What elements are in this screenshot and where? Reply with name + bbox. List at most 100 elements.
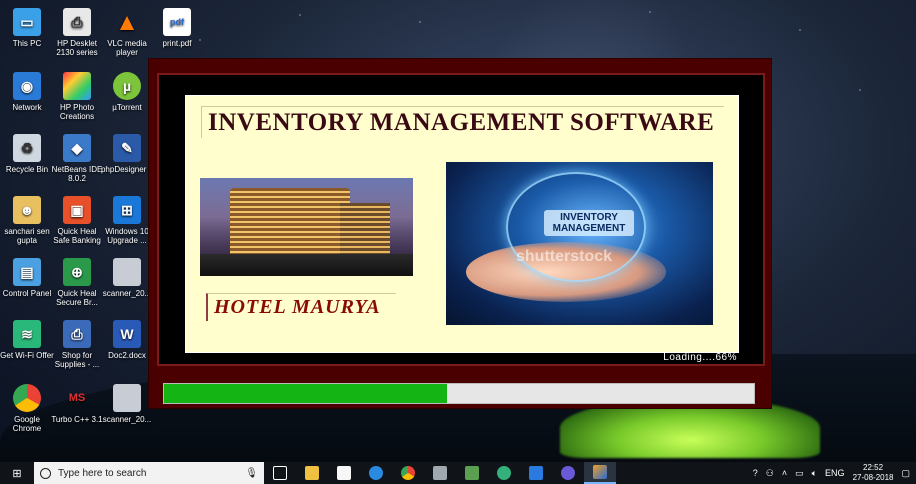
desktop-icon-vlc[interactable]: ▲ VLC media player: [100, 8, 154, 57]
desktop-icon-label: This PC: [12, 39, 42, 48]
edge-icon: [369, 466, 383, 480]
desktop-icon-label: Doc2.docx: [108, 351, 146, 360]
desktop-icon-phpdesigner[interactable]: ✎ phpDesigner 8: [100, 134, 154, 174]
desktop-icon-scanner-2[interactable]: scanner_20...: [100, 384, 154, 424]
hotel-photo: [200, 178, 413, 276]
taskbar-edge[interactable]: [360, 462, 392, 484]
desktop-icon-recycle-bin[interactable]: ♻ Recycle Bin: [0, 134, 54, 174]
taskbar-chrome[interactable]: [392, 462, 424, 484]
search-placeholder: Type here to search: [58, 467, 147, 479]
hotel-ground: [200, 254, 413, 276]
network-tray-icon[interactable]: ▭: [795, 468, 804, 479]
folder-icon: [305, 466, 319, 480]
volume-icon[interactable]: 🔈︎: [812, 468, 817, 479]
desktop-icon-label: Get Wi-Fi Offer: [0, 351, 54, 360]
taskbar-file-explorer[interactable]: [296, 462, 328, 484]
taskbar-search-box[interactable]: Type here to search 🎙︎: [34, 462, 264, 484]
progress-bar: [163, 383, 755, 404]
desktop-icon-label: sanchari sen gupta: [4, 227, 50, 245]
desktop-icon-quickheal-banking[interactable]: ▣ Quick Heal Safe Banking: [50, 196, 104, 245]
turbo-cpp-icon: MS: [68, 391, 86, 404]
app-icon: [465, 466, 479, 480]
quickheal-banking-icon: ▣: [63, 196, 91, 224]
windows-logo-icon: ⊞: [12, 467, 22, 480]
desktop-icon-this-pc[interactable]: ▭ This PC: [0, 8, 54, 48]
java-app-icon: [593, 465, 607, 479]
desktop-icon-label: NetBeans IDE 8.0.2: [51, 165, 103, 183]
phpdesigner-icon: ✎: [113, 134, 141, 162]
notification-icon[interactable]: ▢: [901, 468, 910, 479]
desktop-icon-turbo-cpp[interactable]: MS Turbo C++ 3.1: [50, 384, 104, 424]
desktop-icon-label: Windows 10 Upgrade ...: [105, 227, 149, 245]
desktop-icon-quickheal-browser[interactable]: ⊕ Quick Heal Secure Br...: [50, 258, 104, 307]
shop-icon: ⎙: [63, 320, 91, 348]
taskbar-link-app[interactable]: [552, 462, 584, 484]
inventory-photo-label: INVENTORY MANAGEMENT: [544, 210, 634, 236]
cortana-icon: [40, 467, 51, 479]
inventory-photo: INVENTORY MANAGEMENT shutterstock: [446, 162, 713, 325]
splash-inner-frame: INVENTORY MANAGEMENT SOFTWARE HOTEL MAUR…: [157, 73, 765, 366]
desktop-icon-chrome[interactable]: Google Chrome: [0, 384, 54, 433]
desktop-icon-windows-upgrade[interactable]: ⊞ Windows 10 Upgrade ...: [100, 196, 154, 245]
word-icon: W: [113, 320, 141, 348]
store-icon: [337, 466, 351, 480]
help-icon[interactable]: ?: [753, 468, 758, 478]
progress-bar-fill: [164, 384, 448, 403]
task-view-button[interactable]: [264, 462, 296, 484]
hotel-name: HOTEL MAURYA: [206, 293, 396, 321]
user-folder-icon: ☻: [13, 196, 41, 224]
taskbar-tools[interactable]: [424, 462, 456, 484]
desktop-icon-label: Quick Heal Safe Banking: [53, 227, 101, 245]
hotel-building: [230, 188, 350, 258]
this-pc-icon: ▭: [13, 8, 41, 36]
desktop-icon-label: print.pdf: [162, 39, 192, 48]
scan-file-icon: [113, 258, 141, 286]
hotel-building-annex: [340, 203, 390, 258]
desktop-icon-label: Shop for Supplies - ...: [54, 351, 100, 369]
desktop-icon-hp-photo[interactable]: HP Photo Creations: [50, 72, 104, 121]
desktop-icon-hp-desklet[interactable]: ⎙ HP Desklet 2130 series: [50, 8, 104, 57]
taskbar-store[interactable]: [328, 462, 360, 484]
desktop-icon-label: Recycle Bin: [5, 165, 49, 174]
desktop-icon-utorrent[interactable]: µ µTorrent: [100, 72, 154, 112]
desktop-icon-control-panel[interactable]: ▤ Control Panel: [0, 258, 54, 298]
taskbar-app-green[interactable]: [456, 462, 488, 484]
photo-icon: [63, 72, 91, 100]
microphone-icon[interactable]: 🎙︎: [245, 468, 258, 479]
desktop-icon-label: HP Desklet 2130 series: [56, 39, 98, 57]
vlc-icon: ▲: [115, 8, 139, 36]
desktop-icon-netbeans[interactable]: ◆ NetBeans IDE 8.0.2: [50, 134, 104, 183]
control-panel-icon: ▤: [13, 258, 41, 286]
clock-time: 22:52: [863, 463, 884, 472]
desktop-icon-user-folder[interactable]: ☻ sanchari sen gupta: [0, 196, 54, 245]
desktop-icon-network[interactable]: ◉ Network: [0, 72, 54, 112]
quickheal-browser-icon: ⊕: [63, 258, 91, 286]
owl-icon: [497, 466, 511, 480]
clock[interactable]: 22:52 27-08-2018: [853, 463, 894, 483]
desktop-icon-label: µTorrent: [112, 103, 142, 112]
photo-watermark: shutterstock: [516, 248, 613, 265]
start-button[interactable]: ⊞: [0, 462, 34, 484]
chrome-icon: [401, 466, 415, 480]
taskbar: ⊞ Type here to search 🎙︎ ? ⚇ ˄ ▭ 🔈︎ ENG …: [0, 462, 916, 484]
printer-icon: ⎙: [63, 8, 91, 36]
clock-date: 27-08-2018: [852, 473, 894, 482]
desktop-icon-label: VLC media player: [107, 39, 147, 57]
taskbar-active-app[interactable]: [584, 462, 616, 484]
scan-file-icon: [113, 384, 141, 412]
desktop-icon-shop-supplies[interactable]: ⎙ Shop for Supplies - ...: [50, 320, 104, 369]
desktop-icon-print-pdf[interactable]: pdf print.pdf: [150, 8, 204, 48]
recycle-bin-icon: ♻: [13, 134, 41, 162]
splash-window: INVENTORY MANAGEMENT SOFTWARE HOTEL MAUR…: [148, 58, 772, 409]
language-indicator[interactable]: ENG: [825, 468, 845, 478]
desktop-icon-scanner-1[interactable]: scanner_20...: [100, 258, 154, 298]
desktop-icon-label: Quick Heal Secure Br...: [56, 289, 98, 307]
taskbar-tripadvisor[interactable]: [488, 462, 520, 484]
desktop-icon-doc2[interactable]: W Doc2.docx: [100, 320, 154, 360]
desktop-icon-wifi-offer[interactable]: ≋ Get Wi-Fi Offer: [0, 320, 54, 360]
chevron-up-icon[interactable]: ˄: [782, 468, 787, 478]
link-icon: [561, 466, 575, 480]
desktop-icon-label: scanner_20...: [102, 289, 152, 298]
people-icon[interactable]: ⚇: [766, 468, 774, 479]
taskbar-dropbox[interactable]: [520, 462, 552, 484]
